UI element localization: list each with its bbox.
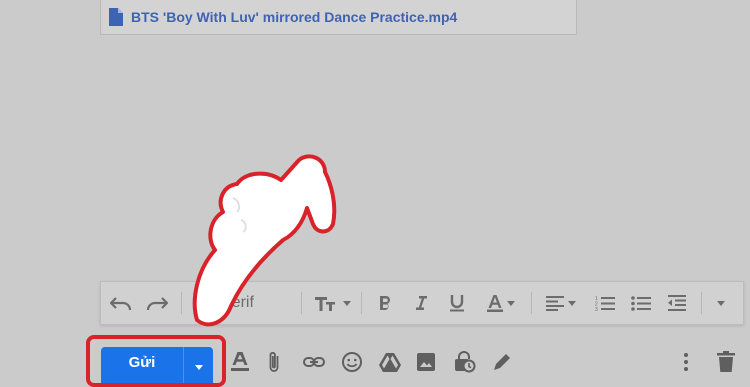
undo-icon[interactable] (107, 282, 135, 324)
signature-icon[interactable] (490, 350, 514, 374)
insert-photo-icon[interactable] (414, 350, 438, 374)
pointing-hand-icon (175, 150, 350, 340)
toolbar-divider (701, 292, 702, 314)
toolbar-divider (361, 292, 362, 314)
toolbar-divider (531, 292, 532, 314)
redo-icon[interactable] (143, 282, 171, 324)
italic-icon[interactable] (407, 282, 435, 324)
google-drive-icon[interactable] (378, 350, 402, 374)
insert-link-icon[interactable] (302, 350, 326, 374)
emoji-icon[interactable] (340, 350, 364, 374)
confidential-mode-icon[interactable] (452, 350, 476, 374)
highlight-box (86, 335, 226, 387)
discard-icon[interactable] (714, 350, 738, 374)
more-options-icon[interactable] (680, 350, 692, 374)
attachment-chip[interactable]: BTS 'Boy With Luv' mirrored Dance Practi… (100, 0, 577, 35)
align-icon[interactable] (541, 282, 581, 324)
indent-less-icon[interactable] (663, 282, 691, 324)
attach-file-icon[interactable] (262, 350, 286, 374)
bold-icon[interactable] (371, 282, 399, 324)
file-icon (109, 8, 123, 26)
numbered-list-icon[interactable]: 123 (591, 282, 619, 324)
formatting-options-icon[interactable] (228, 350, 252, 374)
svg-text:3: 3 (595, 307, 598, 311)
underline-icon[interactable] (443, 282, 471, 324)
bulleted-list-icon[interactable] (627, 282, 655, 324)
attachment-file-name[interactable]: BTS 'Boy With Luv' mirrored Dance Practi… (131, 9, 457, 25)
text-color-icon[interactable] (481, 282, 521, 324)
more-formatting-icon[interactable] (707, 282, 735, 324)
